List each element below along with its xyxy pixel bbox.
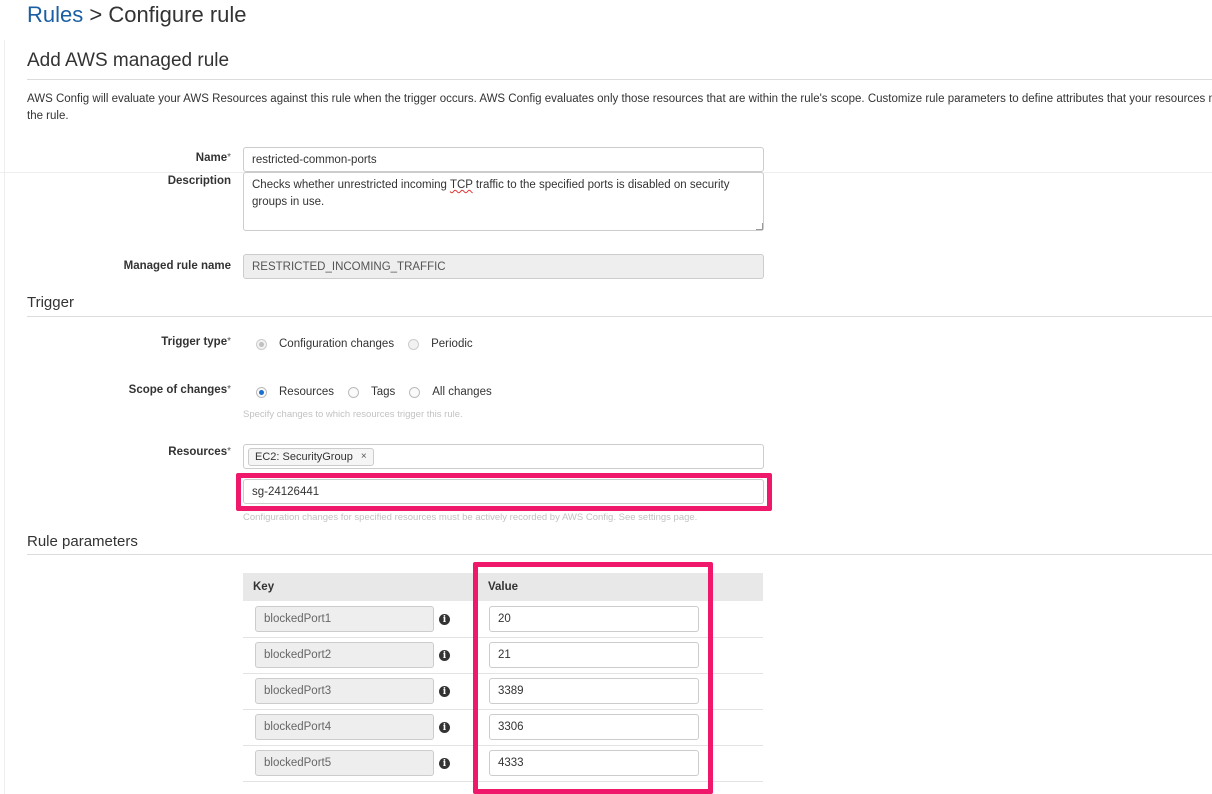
managed-rule-input: RESTRICTED_INCOMING_TRAFFIC [243,254,764,279]
radio-configuration-changes[interactable] [256,338,267,350]
description-label: Description [167,175,231,187]
scope-label: Scope of changes* [31,384,231,396]
divider [27,554,1212,555]
close-icon[interactable]: × [361,451,367,462]
trigger-section-title: Trigger [27,294,74,311]
section-heading: Add AWS managed rule [27,50,230,71]
scope-group: Resources Tags All changes [256,386,506,398]
intro-line-1: AWS Config will evaluate your AWS Resour… [27,93,1212,105]
divider [27,316,1212,317]
name-label: Name* [31,152,231,164]
resource-token-label: EC2: SecurityGroup [255,450,353,463]
scope-help-text: Specify changes to which resources trigg… [243,409,463,420]
managed-rule-label: Managed rule name [123,260,231,272]
description-before: Checks whether unrestricted incoming [252,179,450,191]
option-configuration-changes: Configuration changes [279,338,395,350]
trigger-type-label: Trigger type* [31,336,231,348]
info-icon[interactable]: i [439,722,450,733]
resize-handle[interactable] [756,223,763,230]
option-tags: Tags [370,386,396,398]
required-mark: * [227,384,231,395]
required-mark: * [227,336,231,347]
intro-text: AWS Config will evaluate your AWS Resour… [27,91,1212,125]
trigger-type-group: Configuration changes Periodic [256,338,487,350]
info-icon[interactable]: i [439,686,450,697]
column-key: Key [253,581,275,593]
radio-all-changes[interactable] [409,386,421,398]
radio-tags[interactable] [347,386,359,398]
scope-label-text: Scope of changes [128,384,228,396]
param-key-4: blockedPort4 [255,714,434,740]
info-icon[interactable]: i [439,650,450,661]
radio-periodic[interactable] [408,338,420,350]
description-textarea[interactable]: Checks whether unrestricted incoming TCP… [243,172,764,231]
param-key-2: blockedPort2 [255,642,434,668]
resources-label: Resources* [31,446,231,458]
page-title: Configure rule [108,2,247,27]
param-key-5: blockedPort5 [255,750,434,776]
resource-id-input[interactable]: sg-24126441 [243,479,764,504]
breadcrumb-rules-link[interactable]: Rules [27,2,83,27]
param-key-3: blockedPort3 [255,678,434,704]
trigger-type-label-text: Trigger type [161,336,228,348]
resource-id-value: sg-24126441 [252,485,320,498]
option-all-changes: All changes [432,386,492,398]
resources-help-text: Configuration changes for specified reso… [243,512,698,523]
resources-multiselect[interactable]: EC2: SecurityGroup × [243,444,764,469]
name-input[interactable]: restricted-common-ports [243,147,764,172]
required-mark: * [227,446,231,457]
option-resources: Resources [279,386,334,398]
param-key-1: blockedPort1 [255,606,434,632]
option-periodic: Periodic [431,338,473,350]
breadcrumb-separator: > [83,2,109,27]
name-label-text: Name [195,152,228,164]
description-spellword: TCP [449,179,473,191]
value-column-highlight [473,562,713,794]
rule-parameters-title: Rule parameters [27,533,138,550]
resources-label-text: Resources [168,446,228,458]
resource-token: EC2: SecurityGroup × [248,447,374,466]
required-mark: * [227,152,231,163]
radio-resources[interactable] [256,386,267,398]
breadcrumb: Rules > Configure rule [27,2,247,28]
info-icon[interactable]: i [439,614,450,625]
info-icon[interactable]: i [439,758,450,769]
intro-line-2: the rule. [27,110,69,122]
left-rule [4,40,5,794]
divider [27,79,1212,80]
